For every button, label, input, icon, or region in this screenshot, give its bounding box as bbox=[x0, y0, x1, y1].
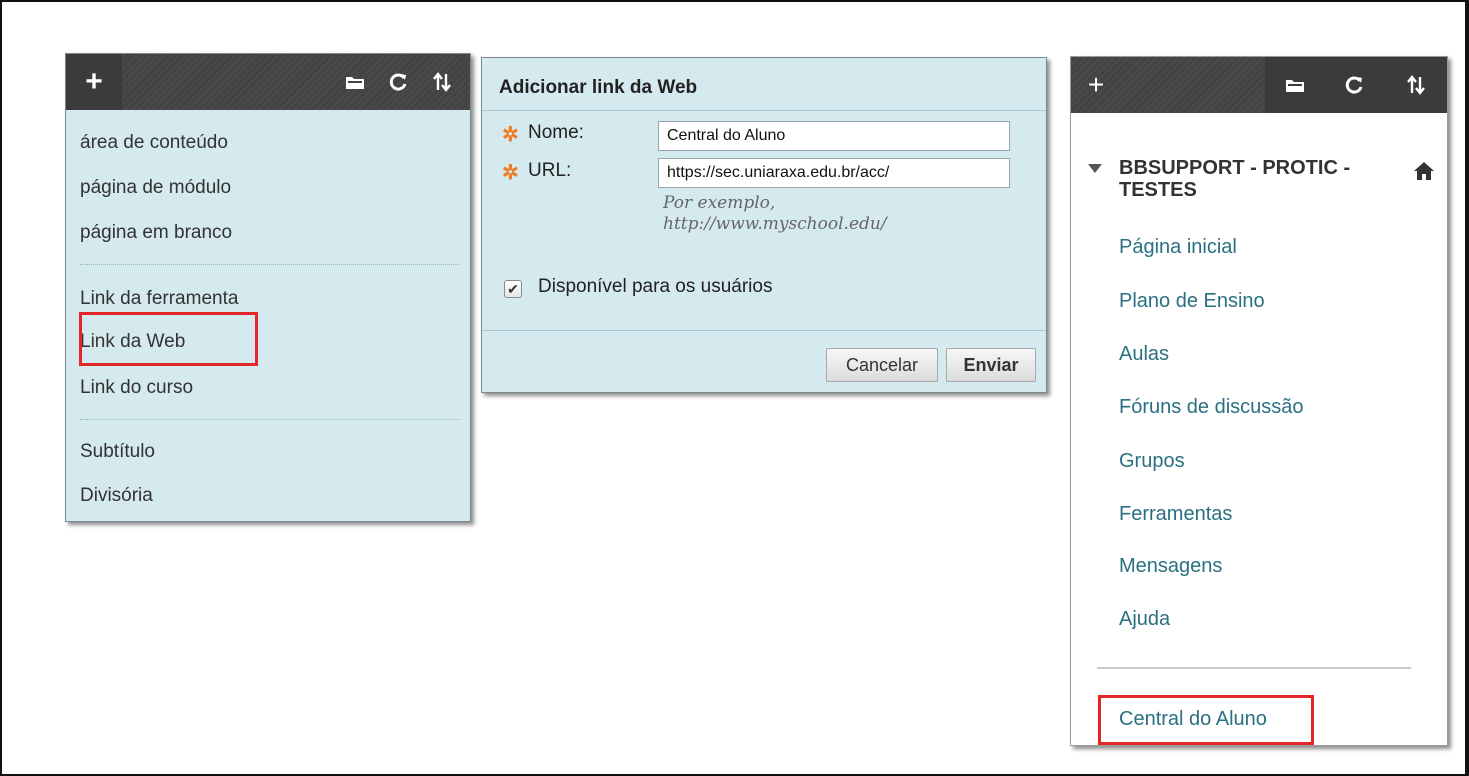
required-icon: ✲ bbox=[502, 162, 519, 184]
folder-icon bbox=[1286, 80, 1304, 92]
reorder-button[interactable] bbox=[420, 54, 464, 110]
highlight-box bbox=[1098, 695, 1314, 745]
course-title[interactable]: BBSUPPORT - PROTIC - TESTES bbox=[1119, 157, 1389, 201]
course-link-syllabus[interactable]: Plano de Ensino bbox=[1119, 290, 1265, 313]
url-example-text: Por exemplo, bbox=[663, 193, 776, 213]
plus-icon: + bbox=[1087, 69, 1105, 100]
menu-divider bbox=[80, 264, 460, 265]
add-menu-panel: + área de conteúdo página de módulo pági… bbox=[65, 53, 471, 522]
refresh-button[interactable] bbox=[1325, 57, 1385, 113]
url-label: URL: bbox=[528, 160, 572, 181]
refresh-icon bbox=[389, 73, 407, 91]
course-link-tools[interactable]: Ferramentas bbox=[1119, 503, 1232, 526]
available-checkbox[interactable]: ✔ bbox=[504, 280, 522, 298]
sort-icon bbox=[433, 72, 451, 92]
menu-item-content-area[interactable]: área de conteúdo bbox=[80, 132, 228, 154]
course-link-help[interactable]: Ajuda bbox=[1119, 608, 1170, 631]
cancel-button[interactable]: Cancelar bbox=[826, 348, 938, 382]
dialog-title: Adicionar link da Web bbox=[499, 77, 698, 98]
course-link-home[interactable]: Página inicial bbox=[1119, 236, 1237, 259]
course-toolbar: + bbox=[1071, 57, 1447, 113]
url-field[interactable] bbox=[658, 158, 1010, 188]
name-field[interactable] bbox=[658, 121, 1010, 151]
dialog-divider bbox=[482, 330, 1046, 331]
collapse-icon[interactable] bbox=[1088, 164, 1102, 174]
url-example-url: http://www.myschool.edu/ bbox=[663, 214, 887, 234]
name-label: Nome: bbox=[528, 122, 584, 143]
menu-item-tool-link[interactable]: Link da ferramenta bbox=[80, 288, 238, 310]
course-link-messages[interactable]: Mensagens bbox=[1119, 555, 1222, 578]
submit-button[interactable]: Enviar bbox=[946, 348, 1036, 382]
highlight-box bbox=[79, 312, 258, 366]
add-web-link-dialog: Adicionar link da Web ✲ Nome: ✲ URL: Por… bbox=[481, 57, 1047, 393]
required-icon: ✲ bbox=[502, 124, 519, 146]
menu-item-divider[interactable]: Divisória bbox=[80, 485, 153, 507]
course-link-forums[interactable]: Fóruns de discussão bbox=[1119, 396, 1304, 419]
menu-item-course-link[interactable]: Link do curso bbox=[80, 377, 193, 399]
menu-item-subheader[interactable]: Subtítulo bbox=[80, 441, 155, 463]
add-menu-item-button[interactable]: + bbox=[66, 54, 122, 110]
add-menu-item-button[interactable]: + bbox=[1071, 57, 1121, 113]
course-link-lessons[interactable]: Aulas bbox=[1119, 343, 1169, 366]
menu-divider bbox=[80, 419, 460, 420]
refresh-button[interactable] bbox=[378, 54, 420, 110]
dialog-divider bbox=[482, 110, 1046, 111]
sort-icon bbox=[1407, 75, 1425, 95]
course-link-groups[interactable]: Grupos bbox=[1119, 450, 1185, 473]
menu-toolbar: + bbox=[66, 54, 470, 110]
reorder-button[interactable] bbox=[1385, 57, 1447, 113]
refresh-icon bbox=[1345, 76, 1363, 94]
course-menu-panel: + BBSUPPORT - PROTIC - TESTES Página ini… bbox=[1070, 56, 1448, 746]
home-icon[interactable] bbox=[1413, 161, 1435, 181]
plus-icon: + bbox=[85, 65, 103, 98]
folder-icon bbox=[346, 77, 364, 89]
menu-item-module-page[interactable]: página de módulo bbox=[80, 177, 231, 199]
checkmark-icon: ✔ bbox=[507, 280, 519, 297]
create-folder-button[interactable] bbox=[1265, 57, 1325, 113]
create-folder-button[interactable] bbox=[332, 54, 378, 110]
course-menu-divider bbox=[1097, 667, 1411, 669]
menu-item-blank-page[interactable]: página em branco bbox=[80, 222, 232, 244]
available-label: Disponível para os usuários bbox=[538, 276, 773, 297]
